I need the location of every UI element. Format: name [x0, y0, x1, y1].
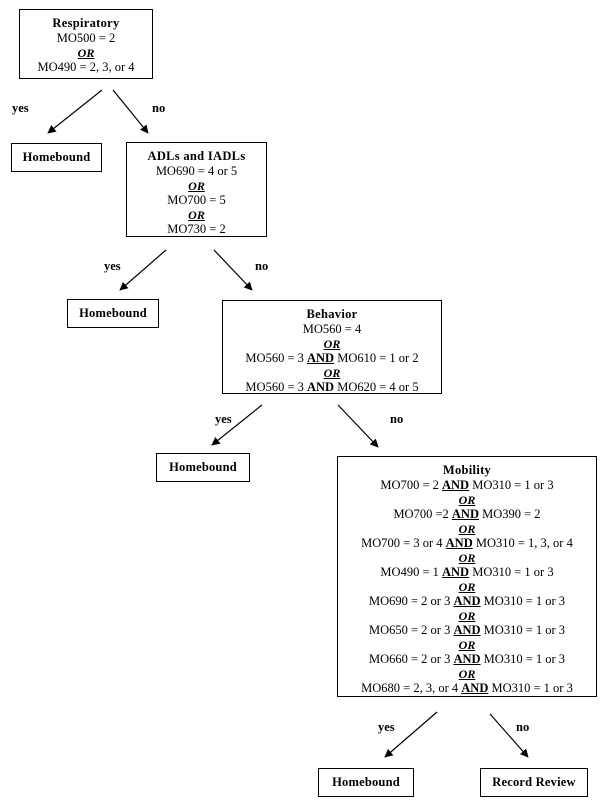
mobility-condition-3-and: AND [445, 536, 473, 550]
mobility-condition-3-right: MO310 = 1, 3, or 4 [472, 536, 573, 550]
mobility-condition-4-left: MO490 = 1 [380, 565, 442, 579]
adls-line-2: MO700 = 5 [167, 193, 226, 207]
mobility-condition-4: MO490 = 1 AND MO310 = 1 or 3 [338, 565, 596, 580]
behavior-title: Behavior [306, 307, 358, 321]
edge-respiratory-no [112, 89, 149, 134]
mobility-operator-2: OR [458, 522, 476, 536]
mobility-operator-4: OR [458, 580, 476, 594]
respiratory-title: Respiratory [52, 16, 120, 30]
behavior-line-3-left: MO560 = 3 [245, 380, 307, 394]
adls-operator-1: OR [188, 179, 205, 193]
mobility-condition-2-right: MO390 = 2 [478, 507, 541, 521]
edge-respiratory-yes [47, 89, 103, 134]
edge-label-yes-3: yes [215, 412, 232, 426]
behavior-line-2-right: MO610 = 1 or 2 [334, 351, 419, 365]
adls-operator-2: OR [188, 208, 205, 222]
edge-adls-yes [119, 249, 167, 291]
edge-label-no-1: no [152, 101, 166, 115]
mobility-condition-5-and: AND [453, 594, 481, 608]
node-homebound-1[interactable]: Homebound [11, 143, 102, 172]
node-mobility[interactable]: Mobility MO700 = 2 AND MO310 = 1 or 3 OR M… [337, 456, 597, 697]
homebound-3-label: Homebound [169, 460, 237, 474]
edge-label-no-2: no [255, 259, 269, 273]
mobility-condition-5: MO690 = 2 or 3 AND MO310 = 1 or 3 [338, 594, 596, 609]
record-review-label: Record Review [492, 775, 576, 789]
mobility-title: Mobility [442, 463, 492, 477]
edge-label-yes-1: yes [12, 101, 29, 115]
edge-adls-no [213, 249, 253, 291]
mobility-condition-3: MO700 = 3 or 4 AND MO310 = 1, 3, or 4 [338, 536, 596, 551]
mobility-condition-6-left: MO650 = 2 or 3 [368, 623, 454, 637]
mobility-condition-4-right: MO310 = 1 or 3 [469, 565, 554, 579]
mobility-condition-6-and: AND [453, 623, 481, 637]
mobility-condition-5-left: MO690 = 2 or 3 [368, 594, 454, 608]
mobility-condition-5-right: MO310 = 1 or 3 [480, 594, 566, 608]
respiratory-operator-1: OR [77, 46, 95, 60]
adls-line-3: MO730 = 2 [167, 222, 226, 236]
respiratory-line-2: MO490 = 2, 3, or 4 [37, 60, 135, 74]
node-behavior[interactable]: Behavior MO560 = 4 OR MO560 = 3 AND MO61… [222, 300, 442, 394]
mobility-condition-1-and: AND [442, 478, 470, 492]
mobility-condition-7-left: MO660 = 2 or 3 [368, 652, 454, 666]
mobility-operator-1: OR [458, 493, 476, 507]
behavior-line-1: MO560 = 4 [302, 322, 362, 336]
homebound-1-label: Homebound [22, 150, 91, 164]
behavior-operator-2: OR [323, 366, 341, 380]
node-record-review[interactable]: Record Review [480, 768, 588, 797]
homebound-4-label: Homebound [332, 775, 400, 789]
edge-label-yes-2: yes [104, 259, 121, 273]
mobility-operator-7: OR [458, 667, 476, 681]
homebound-2-label: Homebound [79, 306, 147, 320]
node-homebound-4[interactable]: Homebound [318, 768, 414, 797]
behavior-line-3-right: MO620 = 4 or 5 [334, 380, 419, 394]
mobility-condition-7-right: MO310 = 1 or 3 [480, 652, 566, 666]
mobility-condition-8-left: MO680 = 2, 3, or 4 [361, 681, 462, 695]
behavior-line-2-and: AND [307, 351, 335, 365]
mobility-condition-2: MO700 =2 AND MO390 = 2 [338, 507, 596, 522]
mobility-condition-2-and: AND [451, 507, 479, 521]
edge-label-yes-4: yes [378, 720, 395, 734]
mobility-operator-3: OR [458, 551, 476, 565]
mobility-condition-7-and: AND [453, 652, 481, 666]
mobility-condition-8: MO680 = 2, 3, or 4 AND MO310 = 1 or 3 [338, 681, 596, 696]
node-adls-iadls[interactable]: ADLs and IADLs MO690 = 4 or 5 OR MO700 =… [126, 142, 267, 237]
edge-label-no-3: no [390, 412, 404, 426]
node-homebound-3[interactable]: Homebound [156, 453, 250, 482]
mobility-condition-6: MO650 = 2 or 3 AND MO310 = 1 or 3 [338, 623, 596, 638]
node-respiratory[interactable]: Respiratory MO500 = 2 OR MO490 = 2, 3, o… [19, 9, 153, 79]
mobility-operator-5: OR [458, 609, 476, 623]
mobility-condition-4-and: AND [442, 565, 470, 579]
behavior-line-2-left: MO560 = 3 [245, 351, 307, 365]
mobility-condition-1-right: MO310 = 1 or 3 [469, 478, 554, 492]
flowchart-canvas: Respiratory MO500 = 2 OR MO490 = 2, 3, o… [0, 0, 607, 806]
edge-behavior-no [337, 404, 379, 448]
behavior-line-3: MO560 = 3 AND MO620 = 4 or 5 [223, 380, 441, 395]
mobility-condition-1: MO700 = 2 AND MO310 = 1 or 3 [338, 478, 596, 493]
mobility-condition-list: MO700 = 2 AND MO310 = 1 or 3 OR MO700 =2 A… [338, 478, 596, 696]
mobility-condition-6-right: MO310 = 1 or 3 [480, 623, 566, 637]
edge-label-no-4: no [516, 720, 530, 734]
behavior-operator-1: OR [323, 337, 341, 351]
mobility-condition-7: MO660 = 2 or 3 AND MO310 = 1 or 3 [338, 652, 596, 667]
mobility-condition-8-and: AND [461, 681, 489, 695]
behavior-line-2: MO560 = 3 AND MO610 = 1 or 2 [223, 351, 441, 366]
mobility-operator-6: OR [458, 638, 476, 652]
mobility-condition-1-left: MO700 = 2 [380, 478, 442, 492]
adls-line-1: MO690 = 4 or 5 [155, 164, 238, 178]
mobility-condition-3-left: MO700 = 3 or 4 [361, 536, 446, 550]
respiratory-line-1: MO500 = 2 [56, 31, 116, 45]
behavior-line-3-and: AND [307, 380, 335, 394]
mobility-condition-2-left: MO700 =2 [393, 507, 452, 521]
node-homebound-2[interactable]: Homebound [67, 299, 159, 328]
adls-title: ADLs and IADLs [147, 149, 246, 163]
mobility-condition-8-right: MO310 = 1 or 3 [488, 681, 573, 695]
